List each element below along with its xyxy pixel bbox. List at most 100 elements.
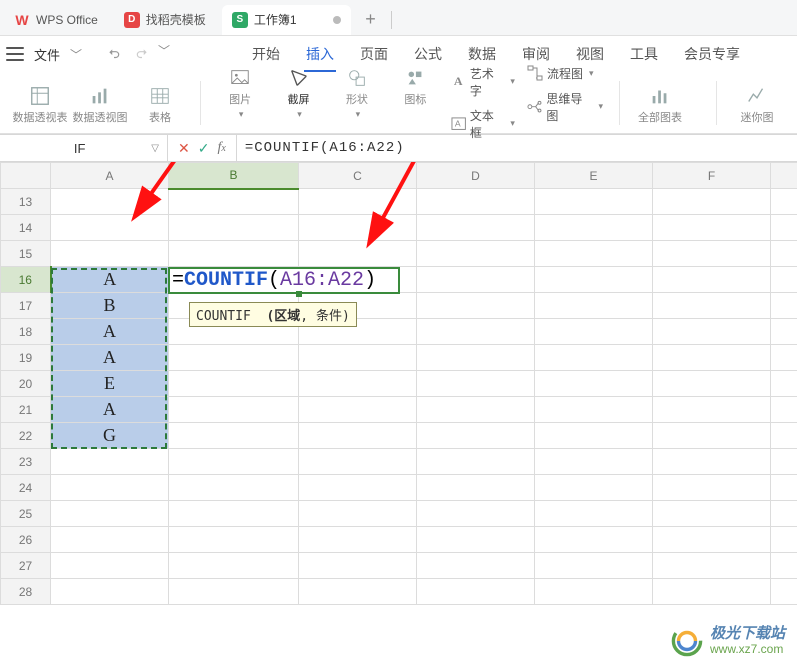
cell[interactable] bbox=[51, 189, 169, 215]
tab-review[interactable]: 审阅 bbox=[520, 38, 552, 70]
cell[interactable] bbox=[417, 293, 535, 319]
cell[interactable] bbox=[653, 371, 771, 397]
cell[interactable] bbox=[771, 423, 797, 449]
cell[interactable] bbox=[771, 579, 797, 605]
cell[interactable] bbox=[535, 319, 653, 345]
cell[interactable]: E bbox=[51, 371, 169, 397]
cell[interactable] bbox=[653, 319, 771, 345]
cell[interactable] bbox=[299, 371, 417, 397]
cell[interactable] bbox=[417, 501, 535, 527]
cell[interactable] bbox=[417, 449, 535, 475]
cell[interactable] bbox=[51, 527, 169, 553]
row-header[interactable]: 24 bbox=[1, 475, 51, 501]
cell[interactable] bbox=[417, 267, 535, 293]
cell[interactable] bbox=[653, 397, 771, 423]
cell[interactable] bbox=[299, 449, 417, 475]
cell[interactable] bbox=[535, 397, 653, 423]
row-header[interactable]: 26 bbox=[1, 527, 51, 553]
cell[interactable] bbox=[299, 345, 417, 371]
cell[interactable]: A bbox=[51, 267, 169, 293]
cell[interactable] bbox=[417, 397, 535, 423]
chevron-down-icon[interactable]: ▽ bbox=[151, 143, 159, 154]
pivot-table-button[interactable]: 数据透视表 bbox=[12, 81, 68, 125]
allcharts-button[interactable]: 全部图表 bbox=[632, 81, 688, 125]
cell[interactable] bbox=[417, 475, 535, 501]
cell[interactable] bbox=[771, 345, 797, 371]
cell[interactable]: G bbox=[51, 423, 169, 449]
cell[interactable] bbox=[417, 579, 535, 605]
row-header[interactable]: 25 bbox=[1, 501, 51, 527]
select-all-corner[interactable] bbox=[1, 163, 51, 189]
row-header[interactable]: 19 bbox=[1, 345, 51, 371]
cell[interactable] bbox=[417, 319, 535, 345]
cell[interactable] bbox=[653, 475, 771, 501]
textbox-button[interactable]: A 文本框▾ bbox=[447, 105, 519, 143]
cell[interactable]: B bbox=[51, 293, 169, 319]
minichart-button[interactable]: 迷你图 bbox=[729, 81, 785, 125]
formula-input[interactable]: =COUNTIF(A16:A22) bbox=[237, 140, 797, 156]
cell[interactable] bbox=[417, 371, 535, 397]
undo-button[interactable] bbox=[102, 42, 126, 66]
cell[interactable] bbox=[169, 501, 299, 527]
cell[interactable] bbox=[299, 189, 417, 215]
tab-view[interactable]: 视图 bbox=[574, 38, 606, 70]
cell[interactable] bbox=[417, 423, 535, 449]
cell[interactable] bbox=[771, 319, 797, 345]
cell[interactable] bbox=[417, 527, 535, 553]
col-header-D[interactable]: D bbox=[417, 163, 535, 189]
cell[interactable] bbox=[169, 579, 299, 605]
cell[interactable] bbox=[653, 189, 771, 215]
cell[interactable] bbox=[535, 293, 653, 319]
cell[interactable] bbox=[169, 397, 299, 423]
cell[interactable] bbox=[299, 397, 417, 423]
cell[interactable] bbox=[535, 579, 653, 605]
row-header[interactable]: 22 bbox=[1, 423, 51, 449]
cell[interactable] bbox=[653, 293, 771, 319]
cell[interactable] bbox=[771, 293, 797, 319]
tab-start[interactable]: 开始 bbox=[250, 38, 282, 70]
new-tab-button[interactable]: + bbox=[357, 6, 385, 34]
cell[interactable] bbox=[771, 371, 797, 397]
cell[interactable] bbox=[771, 189, 797, 215]
col-header-extra[interactable] bbox=[771, 163, 797, 189]
cell[interactable] bbox=[653, 241, 771, 267]
cell[interactable] bbox=[653, 579, 771, 605]
app-tab-wps[interactable]: W WPS Office bbox=[4, 5, 108, 35]
cell[interactable] bbox=[169, 345, 299, 371]
cell[interactable] bbox=[535, 345, 653, 371]
cell[interactable] bbox=[51, 475, 169, 501]
history-dropdown[interactable]: ﹀ bbox=[158, 42, 170, 66]
cell[interactable]: A bbox=[51, 319, 169, 345]
row-header[interactable]: 14 bbox=[1, 215, 51, 241]
col-header-F[interactable]: F bbox=[653, 163, 771, 189]
cell[interactable] bbox=[771, 397, 797, 423]
col-header-E[interactable]: E bbox=[535, 163, 653, 189]
cell[interactable] bbox=[51, 553, 169, 579]
cell[interactable] bbox=[653, 215, 771, 241]
row-header[interactable]: 20 bbox=[1, 371, 51, 397]
picture-button[interactable]: 图片▾ bbox=[213, 63, 267, 120]
cell[interactable] bbox=[169, 475, 299, 501]
hamburger-icon[interactable] bbox=[6, 47, 24, 61]
tab-data[interactable]: 数据 bbox=[466, 38, 498, 70]
row-header[interactable]: 15 bbox=[1, 241, 51, 267]
cell[interactable] bbox=[771, 527, 797, 553]
cell[interactable] bbox=[535, 475, 653, 501]
cell[interactable] bbox=[771, 501, 797, 527]
cell[interactable]: A bbox=[51, 345, 169, 371]
row-header[interactable]: 21 bbox=[1, 397, 51, 423]
cell[interactable] bbox=[535, 241, 653, 267]
cell[interactable] bbox=[653, 423, 771, 449]
cell[interactable] bbox=[771, 215, 797, 241]
cell[interactable] bbox=[51, 449, 169, 475]
shapes-button[interactable]: 形状▾ bbox=[330, 63, 384, 120]
cell[interactable] bbox=[417, 215, 535, 241]
cell[interactable] bbox=[299, 501, 417, 527]
cell[interactable] bbox=[169, 527, 299, 553]
row-header[interactable]: 18 bbox=[1, 319, 51, 345]
cell[interactable] bbox=[535, 267, 653, 293]
pivot-chart-button[interactable]: 数据透视图 bbox=[72, 81, 128, 125]
cell[interactable] bbox=[169, 449, 299, 475]
cell[interactable] bbox=[299, 527, 417, 553]
cell[interactable] bbox=[299, 579, 417, 605]
